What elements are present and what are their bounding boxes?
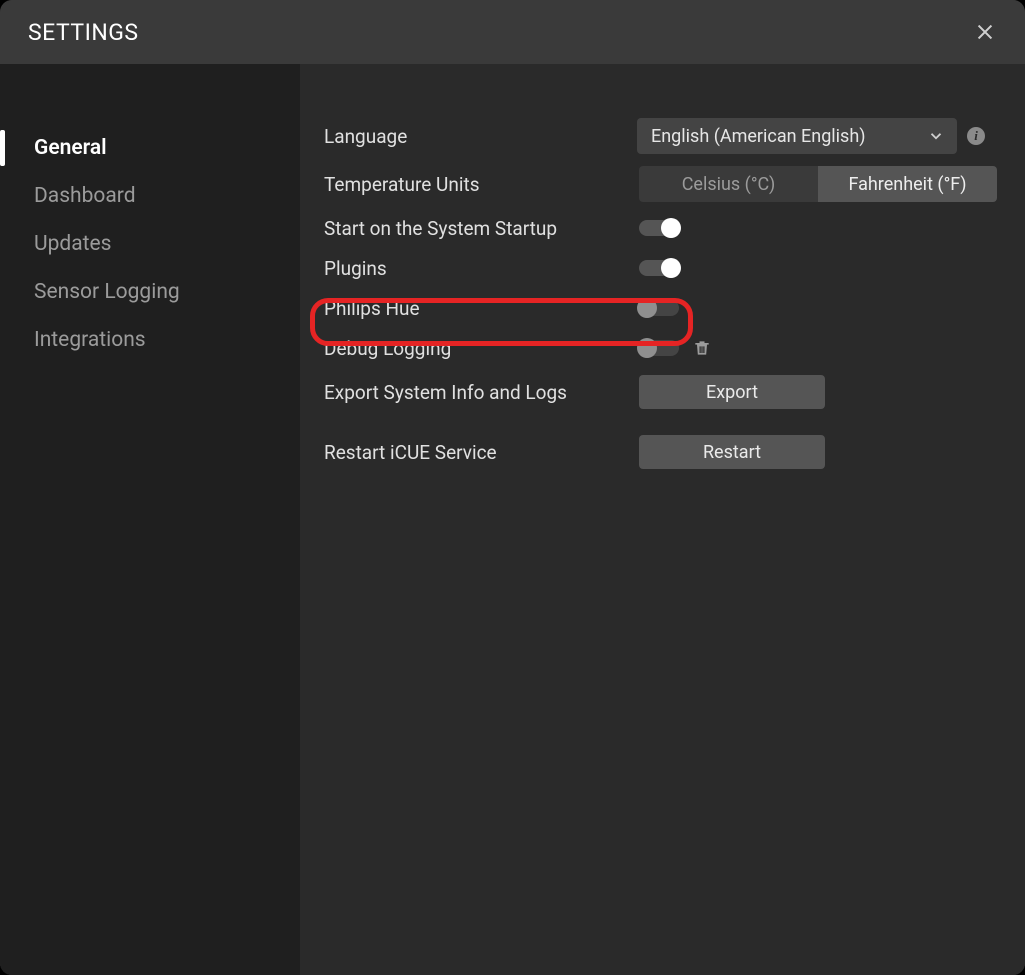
language-select[interactable]: English (American English) <box>637 118 957 154</box>
row-restart: Restart iCUE Service Restart <box>324 428 997 476</box>
delete-logs-button[interactable] <box>691 337 713 359</box>
debug-label: Debug Logging <box>324 337 639 360</box>
trash-icon <box>692 337 712 359</box>
sidebar-item-label: Integrations <box>34 328 146 352</box>
sidebar-item-label: Dashboard <box>34 184 136 208</box>
sidebar-item-label: General <box>34 136 107 160</box>
sidebar-item-integrations[interactable]: Integrations <box>0 316 300 364</box>
window-body: General Dashboard Updates Sensor Logging… <box>0 64 1025 975</box>
row-export: Export System Info and Logs Export <box>324 368 997 416</box>
settings-window: SETTINGS General Dashboard Updates Senso… <box>0 0 1025 975</box>
row-startup: Start on the System Startup <box>324 208 997 248</box>
close-icon <box>974 21 996 43</box>
row-temperature: Temperature Units Celsius (°C) Fahrenhei… <box>324 160 997 208</box>
temperature-celsius-button[interactable]: Celsius (°C) <box>639 166 818 202</box>
sidebar: General Dashboard Updates Sensor Logging… <box>0 64 300 975</box>
row-debug-logging: Debug Logging <box>324 328 997 368</box>
window-title: SETTINGS <box>28 19 139 46</box>
row-language: Language English (American English) i <box>324 112 997 160</box>
toggle-knob <box>661 218 681 238</box>
info-icon[interactable]: i <box>967 127 985 145</box>
export-button[interactable]: Export <box>639 375 825 409</box>
toggle-knob <box>637 298 657 318</box>
restart-label: Restart iCUE Service <box>324 441 639 464</box>
sidebar-item-label: Sensor Logging <box>34 280 180 304</box>
sidebar-item-general[interactable]: General <box>0 124 300 172</box>
plugins-label: Plugins <box>324 257 639 280</box>
sidebar-item-sensor-logging[interactable]: Sensor Logging <box>0 268 300 316</box>
row-philips-hue: Philips Hue <box>324 288 997 328</box>
titlebar: SETTINGS <box>0 0 1025 64</box>
sidebar-item-dashboard[interactable]: Dashboard <box>0 172 300 220</box>
startup-toggle[interactable] <box>639 220 679 236</box>
export-label: Export System Info and Logs <box>324 381 639 404</box>
temperature-segmented: Celsius (°C) Fahrenheit (°F) <box>639 166 997 202</box>
sidebar-item-label: Updates <box>34 232 112 256</box>
row-plugins: Plugins <box>324 248 997 288</box>
debug-toggle[interactable] <box>639 340 679 356</box>
temperature-fahrenheit-button[interactable]: Fahrenheit (°F) <box>818 166 997 202</box>
toggle-knob <box>661 258 681 278</box>
language-value: English (American English) <box>651 126 866 147</box>
temperature-label: Temperature Units <box>324 173 639 196</box>
main-panel: Language English (American English) i Te… <box>300 64 1025 975</box>
hue-label: Philips Hue <box>324 297 639 320</box>
chevron-down-icon <box>927 127 945 145</box>
plugins-toggle[interactable] <box>639 260 679 276</box>
close-button[interactable] <box>969 16 1001 48</box>
hue-toggle[interactable] <box>639 300 679 316</box>
toggle-knob <box>637 338 657 358</box>
startup-label: Start on the System Startup <box>324 217 639 240</box>
language-label: Language <box>324 125 637 148</box>
sidebar-item-updates[interactable]: Updates <box>0 220 300 268</box>
restart-button[interactable]: Restart <box>639 435 825 469</box>
